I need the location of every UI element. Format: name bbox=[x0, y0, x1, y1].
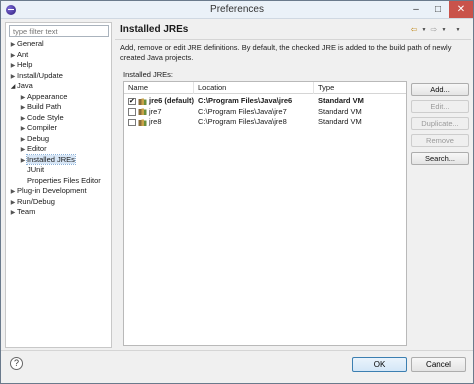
table-row[interactable]: jre7 C:\Program Files\Java\jre7 Standard V… bbox=[124, 107, 406, 118]
tree-item-general[interactable]: ▶ General bbox=[9, 39, 44, 50]
duplicate-button[interactable]: Duplicate... bbox=[411, 117, 469, 130]
tree-item-label: Team bbox=[17, 207, 36, 216]
view-menu-icon[interactable]: ▼ bbox=[453, 24, 463, 36]
remove-button[interactable]: Remove bbox=[411, 134, 469, 147]
jre-library-icon bbox=[138, 98, 147, 105]
tree-item-compiler[interactable]: ▶ Compiler bbox=[19, 123, 57, 134]
page-description: Add, remove or edit JRE definitions. By … bbox=[120, 43, 452, 62]
tree-item-run-debug[interactable]: ▶ Run/Debug bbox=[9, 197, 55, 208]
column-header-location[interactable]: Location bbox=[194, 82, 314, 94]
tree-item-label: Debug bbox=[27, 133, 50, 143]
tree-item-code-style[interactable]: ▶ Code Style bbox=[19, 113, 64, 124]
tree-item-install-update[interactable]: ▶ Install/Update bbox=[9, 71, 63, 82]
tree-item-junit[interactable]: JUnit bbox=[19, 165, 44, 176]
add-button[interactable]: Add... bbox=[411, 83, 469, 96]
jre-library-icon bbox=[138, 119, 147, 126]
cancel-button[interactable]: Cancel bbox=[411, 357, 466, 372]
tree-item-label: General bbox=[17, 39, 44, 48]
cell-name: jre8 bbox=[149, 117, 162, 126]
tree-item-label: Appearance bbox=[27, 91, 68, 101]
title-bar[interactable]: Preferences – □ ✕ bbox=[1, 1, 473, 19]
title-separator bbox=[115, 39, 471, 40]
tree-item-label: Install/Update bbox=[17, 70, 63, 80]
tree-item-label: Plug-in Development bbox=[17, 186, 87, 195]
maximize-button[interactable]: □ bbox=[427, 1, 449, 18]
jre-table: Name Location Type ✔ jre6 (default) C:\Pro… bbox=[123, 81, 407, 346]
tree-item-team[interactable]: ▶ Team bbox=[9, 207, 36, 219]
default-jre-checkbox[interactable] bbox=[128, 118, 136, 126]
close-button[interactable]: ✕ bbox=[449, 1, 473, 18]
cell-type: Standard VM bbox=[318, 96, 364, 105]
preference-tree-pane: ▶General▶Ant▶Help▶Install/Update◢Java▶Ap… bbox=[5, 22, 112, 348]
forward-dropdown-icon[interactable]: ▼ bbox=[439, 24, 449, 36]
search-button[interactable]: Search... bbox=[411, 152, 469, 165]
back-arrow-icon[interactable]: ⇦ bbox=[409, 24, 419, 36]
footer-separator bbox=[1, 350, 473, 351]
help-icon[interactable]: ? bbox=[10, 357, 23, 370]
tree-item-build-path[interactable]: ▶ Build Path bbox=[19, 102, 62, 113]
window-title: Preferences bbox=[210, 4, 264, 15]
tree-item-editor[interactable]: ▶ Editor bbox=[19, 144, 47, 155]
tree-item-label: Installed JREs bbox=[26, 153, 76, 165]
tree-item-plug-in-development[interactable]: ▶ Plug-in Development bbox=[9, 186, 87, 197]
tree-item-label: Build Path bbox=[27, 102, 62, 111]
ok-button[interactable]: OK bbox=[352, 357, 407, 372]
cell-type: Standard VM bbox=[318, 117, 362, 126]
cell-location: C:\Program Files\Java\jre6 bbox=[198, 96, 293, 105]
tree-item-label: Java bbox=[17, 81, 33, 90]
collapsed-arrow-icon[interactable]: ▶ bbox=[9, 208, 17, 219]
preferences-window: Preferences – □ ✕ ▶General▶Ant▶Help▶Inst… bbox=[0, 0, 474, 384]
table-header: Name Location Type bbox=[124, 82, 406, 94]
column-header-type[interactable]: Type bbox=[314, 82, 406, 94]
tree-item-label: Run/Debug bbox=[17, 196, 55, 206]
page-title: Installed JREs bbox=[120, 24, 189, 35]
column-header-name[interactable]: Name bbox=[124, 82, 194, 94]
tree-item-label: JUnit bbox=[27, 165, 45, 174]
cell-name: jre6 (default) bbox=[149, 96, 195, 105]
default-jre-checkbox[interactable] bbox=[128, 108, 136, 116]
tree-item-installed-jres[interactable]: ▶ Installed JREs bbox=[19, 153, 76, 166]
tree-item-label: Ant bbox=[17, 49, 29, 59]
tree-item-label: Help bbox=[17, 60, 33, 69]
installed-jres-label: Installed JREs: bbox=[123, 70, 174, 79]
tree-item-ant[interactable]: ▶ Ant bbox=[9, 49, 29, 61]
forward-arrow-icon[interactable]: ⇨ bbox=[429, 24, 439, 36]
tree-item-label: Properties Files Editor bbox=[27, 175, 101, 185]
tree-item-label: Editor bbox=[27, 144, 47, 153]
tree-item-help[interactable]: ▶ Help bbox=[9, 60, 33, 71]
minimize-button[interactable]: – bbox=[405, 1, 427, 18]
edit-button[interactable]: Edit... bbox=[411, 100, 469, 113]
tree-item-appearance[interactable]: ▶ Appearance bbox=[19, 91, 68, 103]
filter-input[interactable] bbox=[9, 25, 109, 37]
table-row[interactable]: ✔ jre6 (default) C:\Program Files\Java\jre… bbox=[124, 96, 406, 107]
table-row[interactable]: jre8 C:\Program Files\Java\jre8 Standard V… bbox=[124, 117, 406, 128]
preference-page: Installed JREs ⇦ ▼ ⇨ ▼ ▼ Add, remove or … bbox=[115, 20, 471, 348]
cell-type: Standard VM bbox=[318, 106, 362, 116]
tree-item-java[interactable]: ◢ Java bbox=[9, 81, 33, 92]
expanded-arrow-icon[interactable]: ◢ bbox=[9, 82, 17, 93]
default-jre-checkbox[interactable]: ✔ bbox=[128, 97, 136, 105]
cell-name: jre7 bbox=[149, 106, 162, 116]
tree-item-debug[interactable]: ▶ Debug bbox=[19, 134, 49, 145]
tree-item-label: Code Style bbox=[27, 112, 64, 122]
cell-location: C:\Program Files\Java\jre7 bbox=[198, 106, 287, 116]
back-dropdown-icon[interactable]: ▼ bbox=[419, 24, 429, 36]
tree-item-properties-files-editor[interactable]: Properties Files Editor bbox=[19, 176, 101, 187]
jre-library-icon bbox=[138, 108, 147, 115]
cell-location: C:\Program Files\Java\jre8 bbox=[198, 117, 287, 126]
tree-item-label: Compiler bbox=[27, 123, 58, 132]
